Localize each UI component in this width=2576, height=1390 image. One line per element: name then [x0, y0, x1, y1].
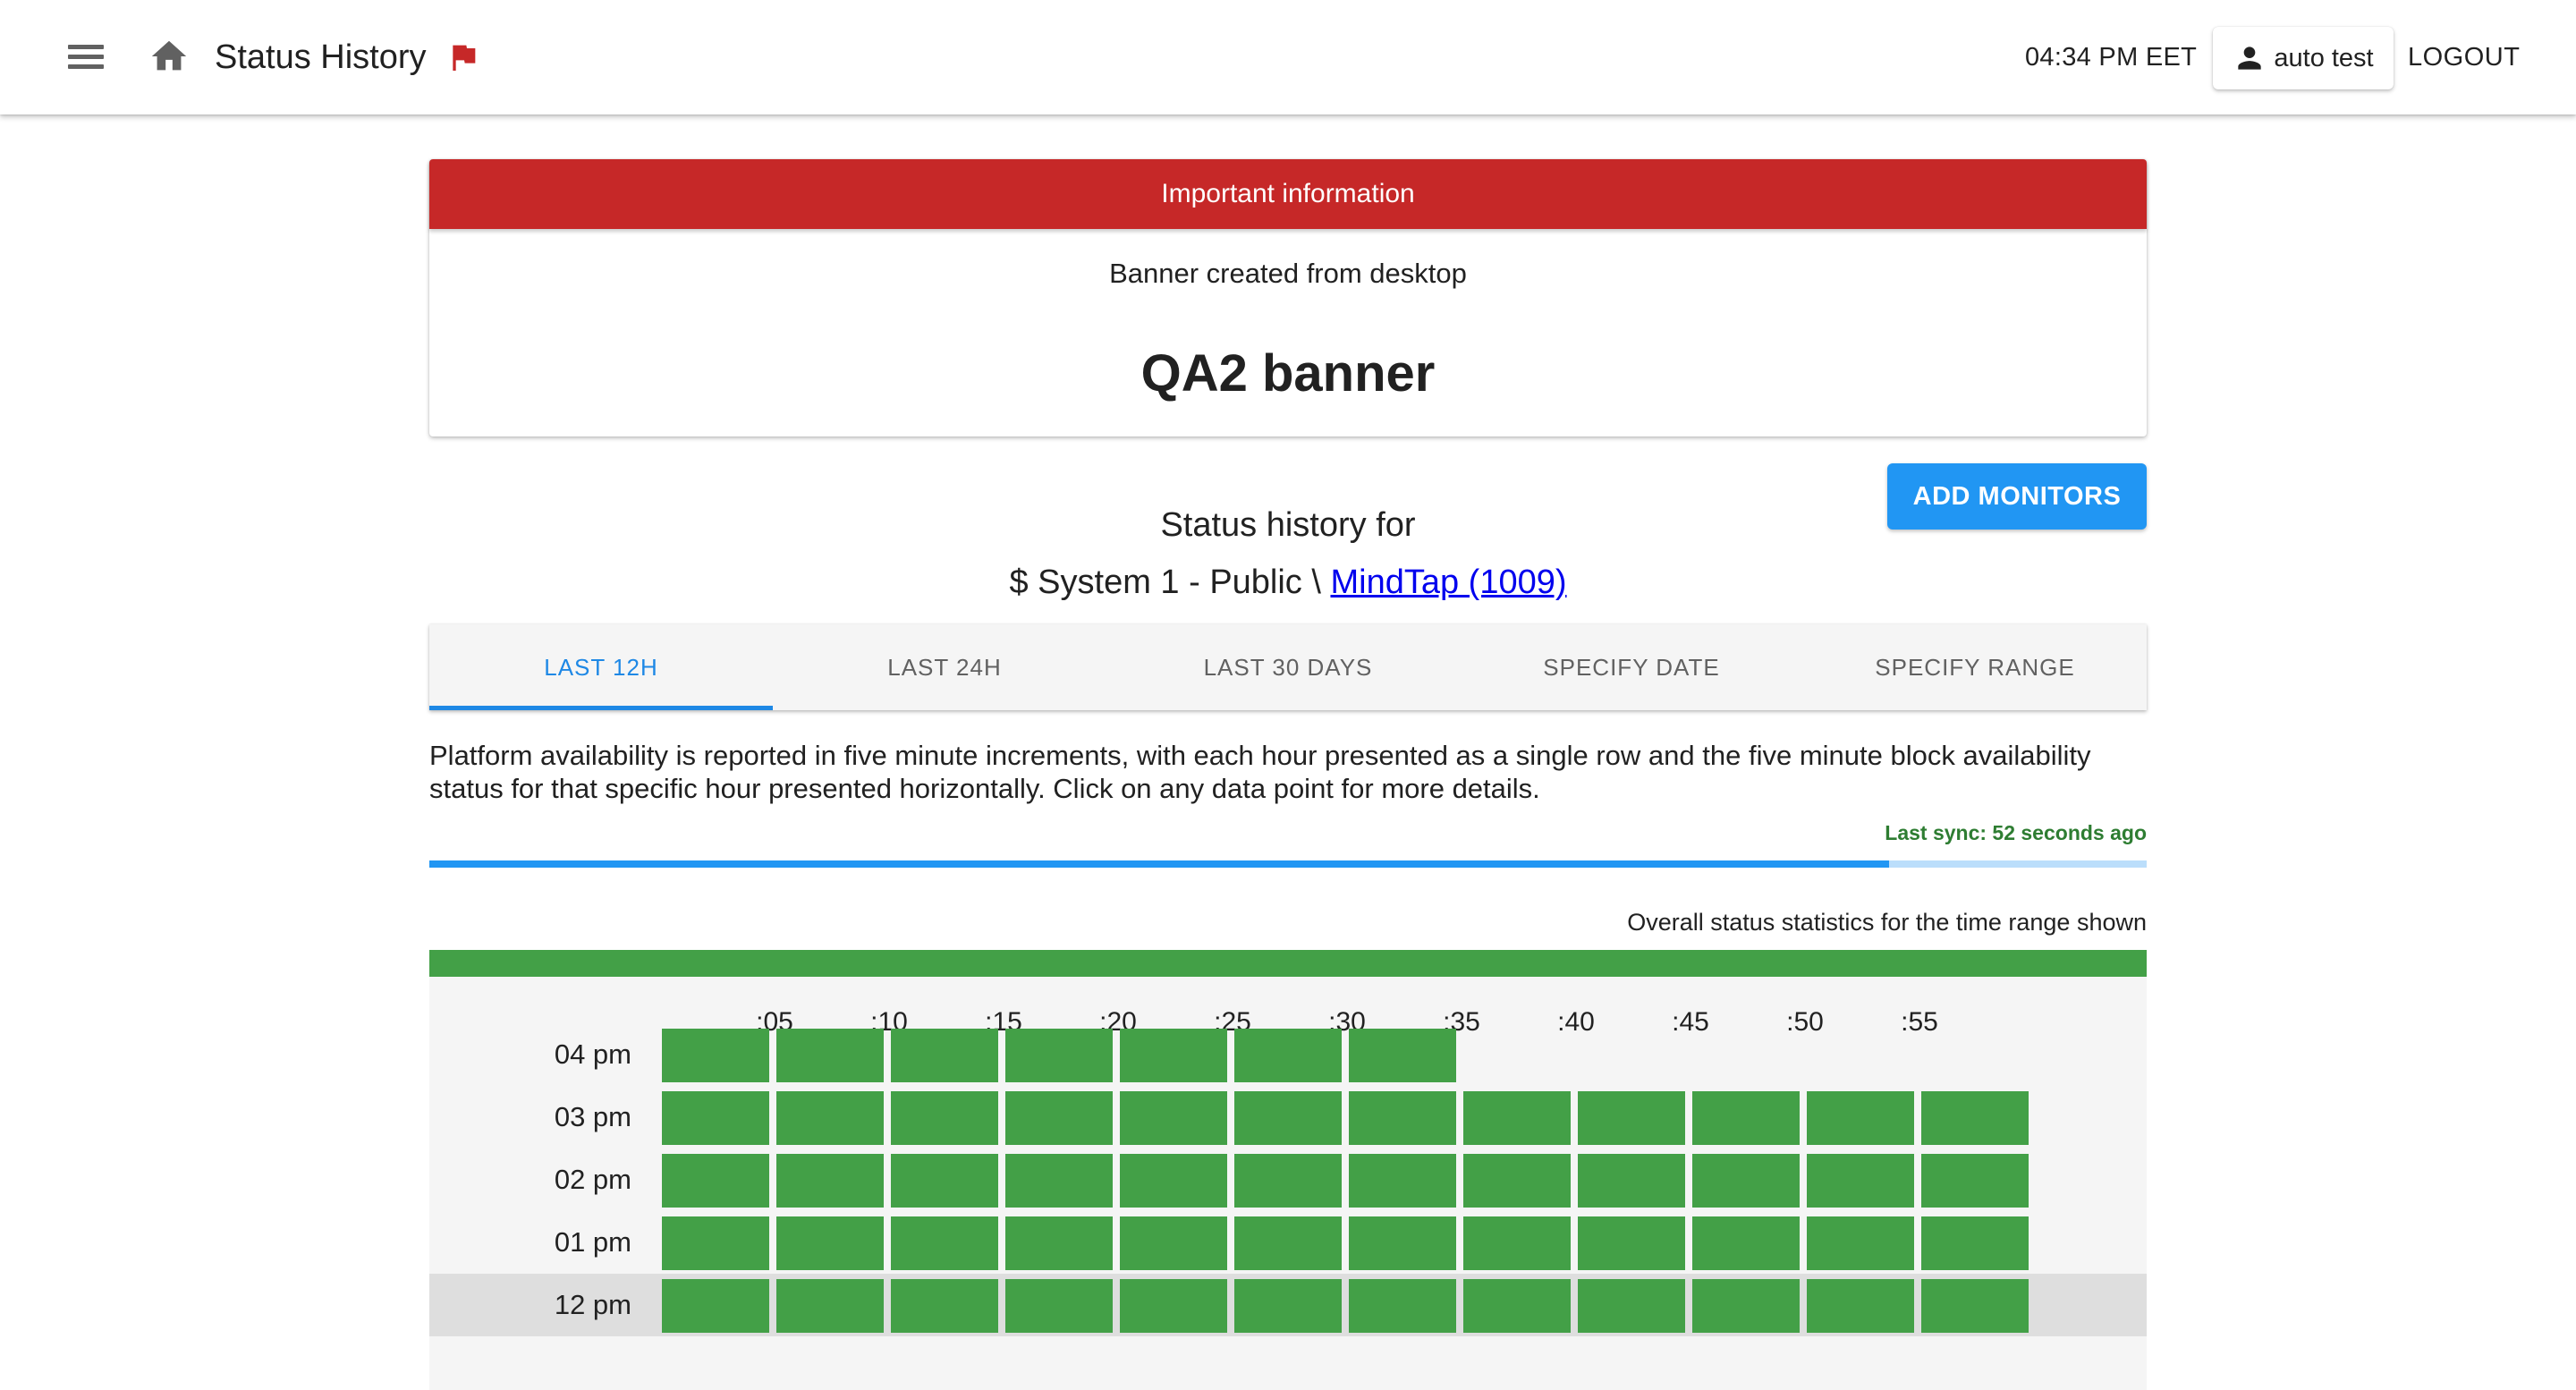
banner-card: Important information Banner created fro… [429, 159, 2147, 436]
flag-icon[interactable] [445, 39, 481, 75]
hour-label: 12 pm [554, 1289, 631, 1320]
overall-status-label: Overall status statistics for the time r… [1627, 909, 2147, 936]
status-block[interactable] [1921, 1279, 2029, 1333]
status-block[interactable] [891, 1216, 998, 1270]
status-block[interactable] [1349, 1029, 1456, 1082]
status-block[interactable] [776, 1279, 884, 1333]
status-grid: :05:10:15:20:25:30:35:40:45:50:55 04 pm 0… [429, 977, 2147, 1390]
status-block[interactable] [891, 1154, 998, 1208]
status-block[interactable] [1578, 1091, 1685, 1145]
status-block[interactable] [662, 1029, 769, 1082]
status-block[interactable] [891, 1091, 998, 1145]
status-block[interactable] [1349, 1279, 1456, 1333]
status-block[interactable] [1120, 1091, 1227, 1145]
status-block[interactable] [1349, 1216, 1456, 1270]
status-block[interactable] [1234, 1091, 1342, 1145]
status-block[interactable] [1692, 1091, 1800, 1145]
status-block[interactable] [776, 1154, 884, 1208]
tab-last-24h[interactable]: LAST 24H [773, 624, 1116, 710]
logout-button[interactable]: LOGOUT [2408, 38, 2520, 77]
status-block[interactable] [1921, 1154, 2029, 1208]
last-sync: Last sync: 52 seconds ago [1885, 821, 2147, 844]
status-block[interactable] [1120, 1216, 1227, 1270]
status-block[interactable] [1807, 1216, 1914, 1270]
status-block[interactable] [1807, 1279, 1914, 1333]
status-block[interactable] [891, 1029, 998, 1082]
status-block[interactable] [1578, 1154, 1685, 1208]
status-block[interactable] [1120, 1029, 1227, 1082]
status-block[interactable] [1234, 1216, 1342, 1270]
status-block[interactable] [1807, 1091, 1914, 1145]
status-block[interactable] [891, 1279, 998, 1333]
status-block[interactable] [1234, 1029, 1342, 1082]
status-block[interactable] [1463, 1091, 1571, 1145]
monitor-link[interactable]: MindTap (1009) [1330, 564, 1566, 601]
status-block[interactable] [1692, 1279, 1800, 1333]
banner-subtitle: Banner created from desktop [1109, 258, 1467, 289]
description: Platform availability is reported in fiv… [429, 740, 2091, 804]
status-block[interactable] [1921, 1091, 2029, 1145]
hour-row: 01 pm [429, 1211, 2147, 1274]
status-block[interactable] [1578, 1216, 1685, 1270]
status-block[interactable] [1234, 1154, 1342, 1208]
tab-specify-date[interactable]: SPECIFY DATE [1460, 624, 1803, 710]
status-block[interactable] [1463, 1216, 1571, 1270]
app-bar: Status History 04:34 PM EET auto test LO… [0, 0, 2576, 114]
status-block[interactable] [776, 1216, 884, 1270]
status-block[interactable] [1005, 1029, 1113, 1082]
system-line: $ System 1 - Public \ MindTap (1009) [429, 564, 2147, 602]
status-block[interactable] [1349, 1154, 1456, 1208]
tab-last-12h[interactable]: LAST 12H [429, 624, 773, 710]
status-block[interactable] [1005, 1279, 1113, 1333]
status-block[interactable] [1692, 1154, 1800, 1208]
overall-status-bar[interactable] [429, 950, 2147, 977]
hour-label: 04 pm [554, 1038, 631, 1070]
status-block[interactable] [776, 1091, 884, 1145]
add-monitors-button[interactable]: ADD MONITORS [1887, 463, 2147, 530]
status-block[interactable] [1349, 1091, 1456, 1145]
status-block[interactable] [662, 1091, 769, 1145]
status-block[interactable] [662, 1154, 769, 1208]
tab-last-30-days[interactable]: LAST 30 DAYS [1116, 624, 1460, 710]
user-name: auto test [2274, 43, 2374, 72]
banner-heading: Important information [429, 159, 2147, 229]
status-block[interactable] [1807, 1154, 1914, 1208]
home-icon[interactable] [148, 36, 190, 77]
menu-icon[interactable] [64, 39, 107, 75]
status-block[interactable] [662, 1279, 769, 1333]
tab-specify-range[interactable]: SPECIFY RANGE [1803, 624, 2147, 710]
status-block[interactable] [1005, 1216, 1113, 1270]
status-block[interactable] [1234, 1279, 1342, 1333]
hour-row: 04 pm [429, 1023, 2147, 1086]
status-block[interactable] [1120, 1279, 1227, 1333]
status-block[interactable] [776, 1029, 884, 1082]
status-block[interactable] [1692, 1216, 1800, 1270]
status-block[interactable] [1578, 1279, 1685, 1333]
status-block[interactable] [1921, 1216, 2029, 1270]
main-content: Important information Banner created fro… [429, 159, 2147, 1390]
sync-progress-bar [429, 860, 2147, 868]
status-block[interactable] [1005, 1091, 1113, 1145]
user-button[interactable]: auto test [2213, 27, 2394, 89]
hour-row: 03 pm [429, 1086, 2147, 1148]
status-block[interactable] [1463, 1154, 1571, 1208]
page-title: Status History [215, 38, 427, 76]
hour-label: 02 pm [554, 1164, 631, 1195]
clock: 04:34 PM EET [2025, 43, 2198, 72]
status-block[interactable] [1463, 1279, 1571, 1333]
person-icon [2238, 47, 2262, 70]
range-tabs: LAST 12H LAST 24H LAST 30 DAYS SPECIFY DATE… [429, 624, 2147, 710]
hour-row: 12 pm [429, 1274, 2147, 1336]
system-prefix: $ System 1 - Public \ [1009, 564, 1331, 601]
hour-row: 02 pm [429, 1148, 2147, 1211]
hour-label: 03 pm [554, 1101, 631, 1132]
status-block[interactable] [1120, 1154, 1227, 1208]
status-block[interactable] [662, 1216, 769, 1270]
hour-label: 01 pm [554, 1226, 631, 1258]
sync-progress-fill [429, 860, 1889, 868]
status-block[interactable] [1005, 1154, 1113, 1208]
banner-title: QA2 banner [1140, 344, 1436, 403]
